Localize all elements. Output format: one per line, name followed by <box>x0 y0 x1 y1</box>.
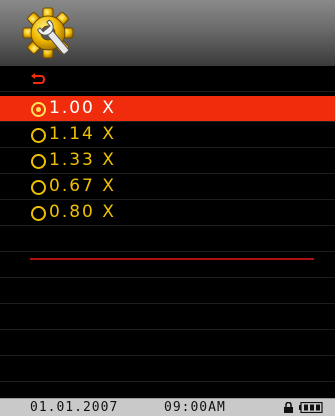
status-date: 01.01.2007 <box>30 400 119 415</box>
back-row[interactable] <box>0 67 335 91</box>
radio-icon[interactable] <box>31 128 46 143</box>
settings-header <box>0 0 335 66</box>
list-end-divider <box>30 258 314 260</box>
lock-icon <box>284 402 293 413</box>
speed-option-label: 1.14 X <box>49 124 116 144</box>
row-separator <box>0 329 335 330</box>
row-separator <box>0 303 335 304</box>
row-separator <box>0 225 335 226</box>
status-bar: 01.01.2007 09:00AM <box>0 398 335 416</box>
radio-dot <box>36 107 41 112</box>
battery-icon <box>299 402 323 413</box>
radio-icon[interactable] <box>31 206 46 221</box>
row-separator <box>0 355 335 356</box>
row-separator <box>0 91 335 92</box>
row-separator <box>0 381 335 382</box>
speed-option-5[interactable]: 0.80 X <box>0 200 335 225</box>
row-separator <box>0 251 335 252</box>
speed-option-4[interactable]: 0.67 X <box>0 174 335 199</box>
speed-option-label: 1.00 X <box>49 98 116 118</box>
radio-selected-icon[interactable] <box>31 102 46 117</box>
speed-option-2[interactable]: 1.14 X <box>0 122 335 147</box>
radio-icon[interactable] <box>31 180 46 195</box>
speed-option-label: 0.67 X <box>49 176 116 196</box>
speed-option-label: 0.80 X <box>49 202 116 222</box>
speed-option-3[interactable]: 1.33 X <box>0 148 335 173</box>
back-arrow-icon[interactable] <box>30 72 46 86</box>
row-separator <box>0 277 335 278</box>
gear-wrench-icon <box>22 7 74 59</box>
device-screen: 1.00 X 1.14 X 1.33 X 0.67 X 0.80 X 01.01… <box>0 0 335 416</box>
status-time: 09:00AM <box>164 400 226 415</box>
radio-icon[interactable] <box>31 154 46 169</box>
speed-option-label: 1.33 X <box>49 150 116 170</box>
speed-option-1[interactable]: 1.00 X <box>0 96 335 121</box>
